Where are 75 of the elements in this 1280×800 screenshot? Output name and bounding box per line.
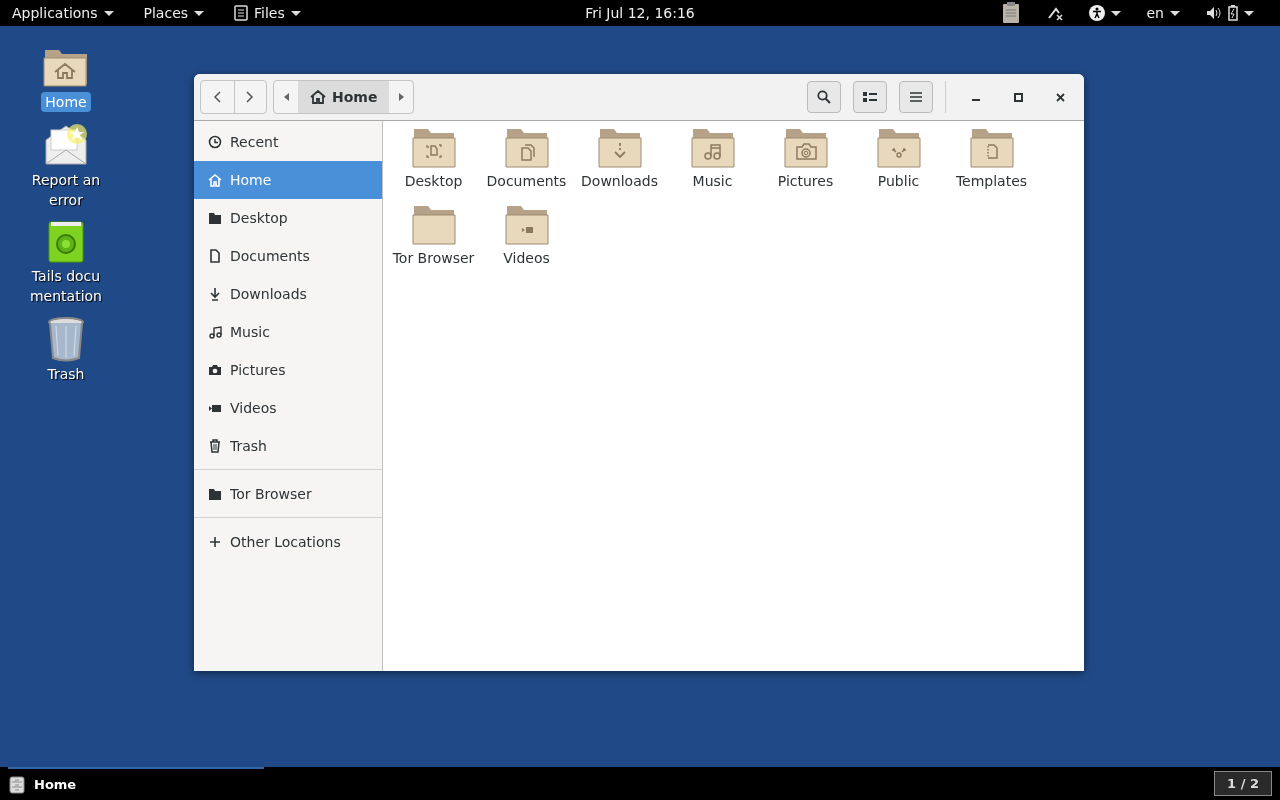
clipboard-icon[interactable] (1000, 2, 1021, 24)
caret-icon (194, 10, 205, 16)
folder-item[interactable]: Templates (945, 125, 1038, 202)
file-cabinet-icon (8, 775, 26, 794)
accessibility-icon (1088, 5, 1105, 21)
menu-label: Places (143, 3, 189, 23)
sidebar-item[interactable]: Other Locations (194, 523, 382, 561)
desktop-icon-label[interactable]: Tails documentation (23, 266, 109, 306)
folder-item[interactable]: Music (666, 125, 759, 202)
search-icon (817, 90, 831, 104)
triangle-left-icon (283, 93, 289, 101)
close-icon (1055, 92, 1065, 102)
chevron-left-icon (213, 91, 222, 103)
sidebar-item[interactable]: Downloads (194, 275, 382, 313)
caret-icon (1170, 10, 1180, 16)
menu-label: Files (254, 3, 285, 23)
top-menu[interactable]: Applications (12, 2, 114, 24)
desktop-icon-label[interactable]: Trash (23, 364, 109, 384)
view-options-button[interactable] (853, 81, 887, 113)
clock-icon (208, 135, 222, 149)
trash-icon (208, 439, 222, 453)
search-button[interactable] (807, 81, 841, 113)
caret-icon (1110, 10, 1121, 16)
network-disconnected-icon[interactable] (1046, 5, 1063, 21)
volume-icon (1206, 6, 1222, 20)
sidebar-item[interactable]: Music (194, 313, 382, 351)
workspace-switcher[interactable]: 1 / 2 (1214, 770, 1272, 797)
menu-button[interactable] (899, 81, 933, 113)
folder-item[interactable]: Documents (480, 125, 573, 202)
desktop-icon-label[interactable]: Report an error (23, 170, 109, 210)
document-icon (208, 249, 222, 263)
sidebar-item[interactable]: Desktop (194, 199, 382, 237)
folder-item[interactable]: Downloads (573, 125, 666, 202)
folder-item[interactable]: Tor Browser (387, 202, 480, 279)
language-label: en (1146, 3, 1164, 23)
caret-icon (1244, 10, 1254, 16)
home-icon (208, 173, 222, 187)
caret-icon (290, 10, 301, 16)
clock[interactable]: Fri Jul 12, 16:16 (585, 2, 695, 24)
sidebar-item[interactable]: Videos (194, 389, 382, 427)
caret-icon (103, 10, 114, 16)
folder-icon (208, 487, 222, 501)
taskbar-button[interactable]: Home (8, 767, 264, 800)
sidebar-item[interactable]: Documents (194, 237, 382, 275)
top-menu[interactable]: Files (234, 2, 301, 24)
sidebar-item[interactable]: Trash (194, 427, 382, 465)
menu-label: Applications (12, 3, 98, 23)
menu-icon (910, 92, 922, 102)
arrow-down-icon (208, 287, 222, 301)
folder-item[interactable]: Videos (480, 202, 573, 279)
triangle-right-icon (398, 93, 404, 101)
music-note-icon (208, 325, 222, 339)
files-app-icon (234, 5, 249, 21)
top-menu[interactable]: Places (143, 2, 205, 24)
home-icon (310, 90, 326, 104)
list-view-icon (863, 91, 877, 103)
envelope-star-icon[interactable] (43, 122, 89, 168)
sidebar-item[interactable]: Tor Browser (194, 475, 382, 513)
book-icon[interactable] (46, 220, 86, 264)
chevron-right-icon (246, 91, 255, 103)
plus-icon (208, 535, 222, 549)
folder-item[interactable]: Pictures (759, 125, 852, 202)
folder-item[interactable]: Public (852, 125, 945, 202)
accessibility-menu[interactable] (1088, 5, 1121, 21)
sidebar-item[interactable]: Recent (194, 123, 382, 161)
sidebar-item[interactable]: Pictures (194, 351, 382, 389)
folder-icon (208, 211, 222, 225)
camera-icon (208, 363, 222, 377)
language-menu[interactable]: en (1146, 2, 1180, 24)
battery-icon (1228, 5, 1238, 21)
system-menu[interactable] (1206, 5, 1254, 21)
folder-item[interactable]: Desktop (387, 125, 480, 202)
path-segment[interactable]: Home (298, 81, 390, 113)
trash-can-icon[interactable] (46, 316, 86, 362)
maximize-icon (1013, 92, 1023, 102)
